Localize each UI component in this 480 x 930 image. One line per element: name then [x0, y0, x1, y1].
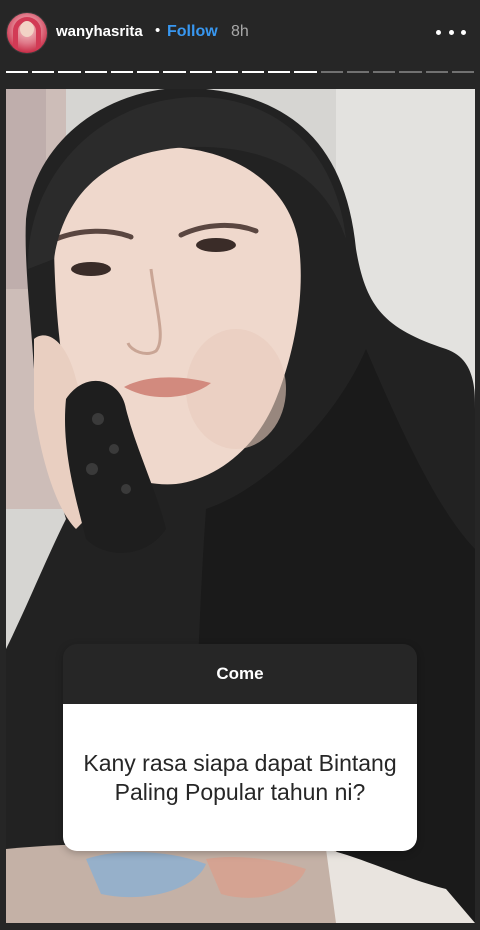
progress-segment — [399, 71, 422, 73]
profile-avatar[interactable] — [6, 12, 48, 54]
story-viewer: wanyhasrita • Follow 8h Come Kany rasa s… — [0, 0, 480, 930]
more-dot — [448, 29, 454, 35]
separator-dot: • — [155, 22, 161, 39]
progress-segment — [163, 71, 186, 73]
avatar-face-shape — [20, 21, 34, 37]
progress-segment — [241, 71, 265, 73]
question-prompt: Come — [63, 644, 417, 704]
more-dot — [436, 29, 441, 35]
more-dots-icon[interactable] — [436, 22, 466, 42]
progress-segment — [268, 71, 291, 73]
story-header: wanyhasrita • Follow 8h — [0, 0, 480, 66]
more-dot — [461, 29, 466, 35]
story-progress-bar — [6, 71, 474, 74]
progress-segment — [451, 71, 474, 73]
progress-segment — [58, 71, 81, 73]
progress-segment — [137, 71, 160, 73]
question-text: Kany rasa siapa dapat Bintang Paling Pop… — [63, 704, 417, 851]
progress-segment — [110, 71, 134, 73]
follow-button[interactable]: Follow — [167, 23, 218, 41]
username[interactable]: wanyhasrita — [56, 23, 143, 40]
progress-segment — [294, 71, 317, 73]
progress-segment — [373, 71, 396, 73]
progress-segment — [189, 71, 212, 73]
post-time: 8h — [231, 23, 249, 40]
progress-segment — [346, 71, 370, 73]
progress-segment — [6, 71, 29, 73]
progress-segment — [215, 71, 238, 73]
progress-segment — [84, 71, 107, 73]
question-sticker[interactable]: Come Kany rasa siapa dapat Bintang Palin… — [63, 644, 417, 851]
progress-segment — [32, 71, 55, 73]
progress-segment — [425, 71, 448, 73]
progress-segment — [320, 71, 343, 73]
